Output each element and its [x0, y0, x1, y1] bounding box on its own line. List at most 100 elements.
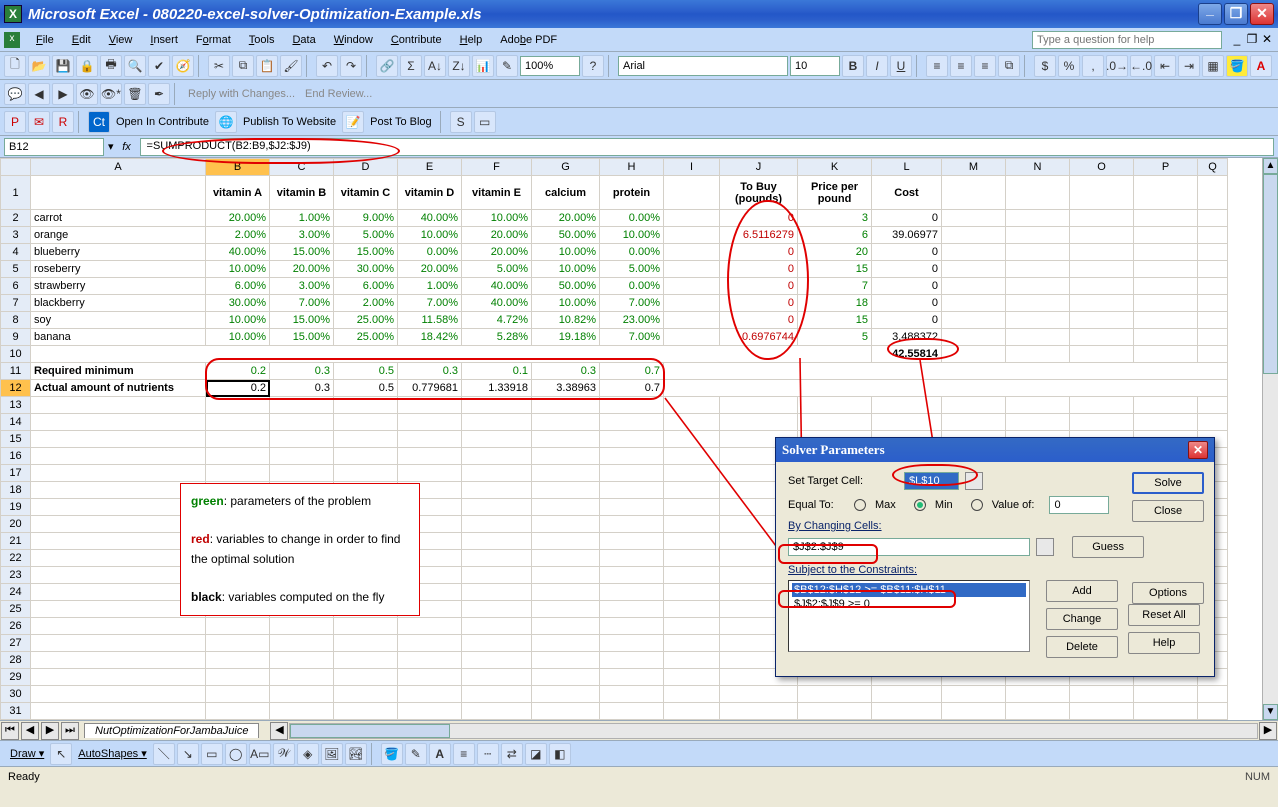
show-all-comments-button[interactable]: 👁* [100, 83, 122, 105]
pdf-review-button[interactable]: R [52, 111, 74, 133]
row-header-24[interactable]: 24 [1, 584, 31, 601]
picture-button[interactable]: 🏞 [345, 743, 367, 765]
row-header-14[interactable]: 14 [1, 414, 31, 431]
bold-button[interactable]: B [842, 55, 864, 77]
menu-tools[interactable]: Tools [241, 32, 283, 48]
paste-button[interactable]: 📋 [256, 55, 278, 77]
window-maximize-button[interactable] [1224, 3, 1248, 25]
row-header-26[interactable]: 26 [1, 618, 31, 635]
row-11[interactable]: 11 Required minimum 0.2 0.3 0.5 0.3 0.1 … [1, 363, 1228, 380]
wordart-button[interactable]: 𝒲 [273, 743, 295, 765]
percent-button[interactable]: % [1058, 55, 1080, 77]
cell-tobuy[interactable]: 0 [720, 261, 798, 278]
solver-changing-cells-input[interactable] [788, 538, 1030, 556]
col-header-Q[interactable]: Q [1198, 159, 1228, 176]
food-name[interactable]: blackberry [31, 295, 206, 312]
oval-tool-button[interactable]: ◯ [225, 743, 247, 765]
menu-adobe-pdf[interactable]: Adobe PDF [492, 32, 565, 48]
cell-cost[interactable]: 3.488372 [872, 329, 942, 346]
row-header-21[interactable]: 21 [1, 533, 31, 550]
solver-guess-button[interactable]: Guess [1072, 536, 1144, 558]
next-comment-button[interactable]: ▶ [52, 83, 74, 105]
solver-close-button-2[interactable]: Close [1132, 500, 1204, 522]
research-button[interactable]: 🧭 [172, 55, 194, 77]
window-close-button[interactable] [1250, 3, 1274, 25]
col-header-F[interactable]: F [462, 159, 532, 176]
row-header-10[interactable]: 10 [1, 346, 31, 363]
solver-add-button[interactable]: Add [1046, 580, 1118, 602]
autosum-button[interactable]: Σ [400, 55, 422, 77]
col-header-N[interactable]: N [1006, 159, 1070, 176]
cell-price[interactable]: 15 [798, 312, 872, 329]
cell-tobuy[interactable]: 0 [720, 244, 798, 261]
cell-cost[interactable]: 0 [872, 312, 942, 329]
sort-asc-button[interactable]: A↓ [424, 55, 446, 77]
col-header-C[interactable]: C [270, 159, 334, 176]
3d-style-button[interactable]: ◧ [549, 743, 571, 765]
cell-tobuy[interactable]: 0.6976744 [720, 329, 798, 346]
row-header-29[interactable]: 29 [1, 669, 31, 686]
menu-help[interactable]: Help [452, 32, 491, 48]
comma-button[interactable]: , [1082, 55, 1104, 77]
solver-target-cell-input[interactable] [904, 472, 959, 490]
row-5[interactable]: 5roseberry10.00%20.00%30.00%20.00%5.00%1… [1, 261, 1228, 278]
solver-constraint-1[interactable]: $B$12:$H$12 >= $B$11:$H$11 [792, 583, 1026, 597]
food-name[interactable]: roseberry [31, 261, 206, 278]
formula-bar[interactable]: =SUMPRODUCT(B2:B9,$J2:$J9) [140, 138, 1274, 156]
delete-comment-button[interactable]: 🗑 [124, 83, 146, 105]
align-right-button[interactable]: ≡ [974, 55, 996, 77]
contribute-icon[interactable]: Ct [88, 111, 110, 133]
copy-button[interactable]: ⧉ [232, 55, 254, 77]
row-header-3[interactable]: 3 [1, 227, 31, 244]
col-header-M[interactable]: M [942, 159, 1006, 176]
row-header-20[interactable]: 20 [1, 516, 31, 533]
font-name-combo[interactable] [618, 56, 788, 76]
solver-delete-button[interactable]: Delete [1046, 636, 1118, 658]
font-color-draw-button[interactable]: A [429, 743, 451, 765]
fill-color-draw-button[interactable]: 🪣 [381, 743, 403, 765]
vscroll-thumb[interactable] [1263, 174, 1278, 374]
col-header-I[interactable]: I [664, 159, 720, 176]
help-search-input[interactable] [1032, 31, 1222, 49]
align-center-button[interactable]: ≡ [950, 55, 972, 77]
underline-button[interactable]: U [890, 55, 912, 77]
clipart-button[interactable]: 🖼 [321, 743, 343, 765]
horizontal-scrollbar[interactable]: ◀ ▶ [269, 723, 1278, 739]
cell-tobuy[interactable]: 0 [720, 278, 798, 295]
decrease-decimal-button[interactable]: ←.0 [1130, 55, 1152, 77]
cell-B12-selected[interactable]: 0.2 [206, 380, 270, 397]
col-header-K[interactable]: K [798, 159, 872, 176]
hscroll-right-button[interactable]: ▶ [1259, 722, 1277, 740]
end-review-button[interactable]: End Review... [301, 88, 376, 100]
cut-button[interactable]: ✂ [208, 55, 230, 77]
cell-tobuy[interactable]: 0 [720, 295, 798, 312]
draw-menu[interactable]: Draw ▾ [6, 747, 48, 760]
mdi-restore-button[interactable]: ❐ [1245, 33, 1259, 47]
solver-changing-refedit-button[interactable] [1036, 538, 1054, 556]
dash-style-button[interactable]: ┄ [477, 743, 499, 765]
zoom-combo[interactable] [520, 56, 580, 76]
tab-nav-last[interactable]: ⏭ [61, 722, 79, 740]
pdf-email-button[interactable]: ✉ [28, 111, 50, 133]
drawing-toggle-button[interactable]: ✎ [496, 55, 518, 77]
row-4[interactable]: 4blueberry40.00%15.00%15.00%0.00%20.00%1… [1, 244, 1228, 261]
row-12[interactable]: 12 Actual amount of nutrients 0.2 0.3 0.… [1, 380, 1228, 397]
pdf-convert-button[interactable]: P [4, 111, 26, 133]
menu-insert[interactable]: Insert [142, 32, 186, 48]
menu-data[interactable]: Data [284, 32, 323, 48]
solver-titlebar[interactable]: Solver Parameters ✕ [776, 438, 1214, 462]
row-header-22[interactable]: 22 [1, 550, 31, 567]
row-header-7[interactable]: 7 [1, 295, 31, 312]
row-8[interactable]: 8soy10.00%15.00%25.00%11.58%4.72%10.82%2… [1, 312, 1228, 329]
row-30[interactable]: 30 [1, 686, 1228, 703]
food-name[interactable]: orange [31, 227, 206, 244]
menu-view[interactable]: View [101, 32, 141, 48]
row-header-25[interactable]: 25 [1, 601, 31, 618]
undo-button[interactable]: ↶ [316, 55, 338, 77]
cell-cost[interactable]: 0 [872, 278, 942, 295]
solver-radio-valueof[interactable] [971, 499, 983, 511]
cell-price[interactable]: 6 [798, 227, 872, 244]
hscroll-left-button[interactable]: ◀ [270, 722, 288, 740]
solver-options-button[interactable]: Options [1132, 582, 1204, 604]
row-header-18[interactable]: 18 [1, 482, 31, 499]
